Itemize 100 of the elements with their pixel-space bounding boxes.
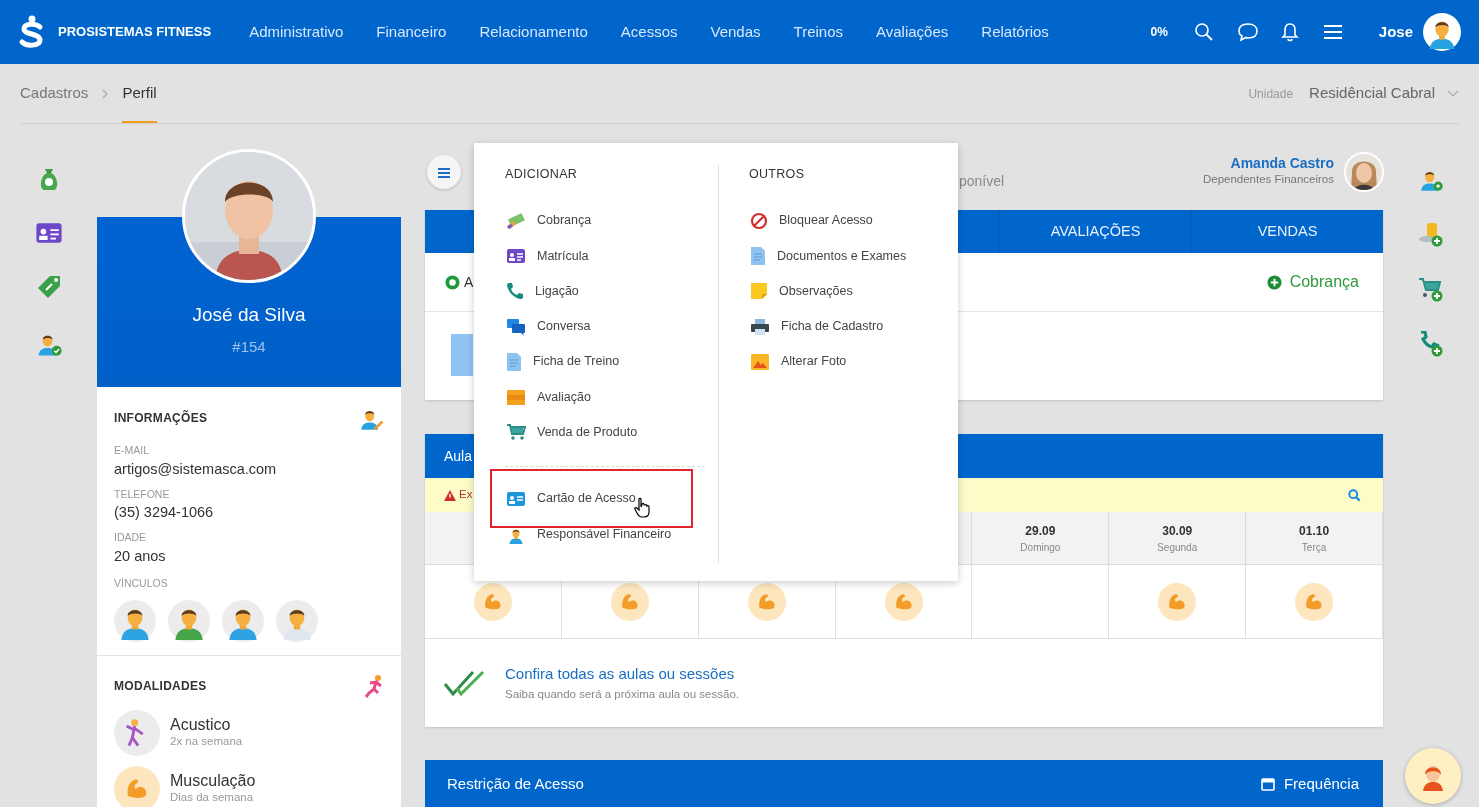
brand-name: PROSISTEMAS FITNESS [58,23,212,42]
actions-menu-button[interactable] [427,155,461,189]
plan-status: A [464,272,474,292]
menu-item[interactable]: Bloquear Acesso [749,203,931,239]
classes-note: Saiba quando será a próxima aula ou sessão. [505,687,739,703]
breadcrumb-current: Perfil [122,66,157,123]
section-title: MODALIDADES [114,678,207,695]
search-icon [1193,22,1214,42]
field-label: IDADE [114,530,148,545]
all-classes-link[interactable]: Confira todas as aulas ou sessões [505,665,735,683]
dependent-name[interactable]: Amanda Castro [1202,155,1334,172]
modality-name: Musculação [170,771,256,790]
menu-item[interactable]: Avaliação [505,379,718,415]
day-date: 30.09 [1162,522,1193,540]
add-call-icon [1418,331,1444,357]
linked-person-icon [276,600,318,643]
session-icon [610,582,649,621]
phone-icon [506,282,524,301]
nav-link[interactable]: Vendas [710,20,761,44]
field-label: TELEFONE [114,486,171,502]
document-icon [506,351,522,372]
menu-item[interactable]: Ligação [505,273,718,309]
menu-item[interactable]: Ficha de Treino [505,344,718,380]
menu-item[interactable]: Matrícula [505,238,718,274]
user-name: Jose [1378,21,1413,42]
modality-detail: 2x na semana [170,734,243,750]
field-value: (35) 3294-1066 [114,503,215,523]
field-value: 20 anos [114,546,167,566]
nav-link[interactable]: Relacionamento [479,20,588,44]
session-icon [884,582,923,621]
day-name: Segunda [1157,540,1198,555]
menu-item[interactable]: Ficha de Cadastro [749,308,931,345]
day-name: Domingo [1020,540,1061,555]
dancer-icon [114,710,160,756]
menu-section-title: OUTROS [749,166,806,183]
nav-link[interactable]: Acessos [620,20,678,44]
printer-icon [750,317,770,336]
linked-person-icon [222,600,264,643]
id-card-icon [506,490,526,507]
field-label: E-MAIL [114,443,150,458]
menu-item[interactable]: Observações [749,273,931,309]
muscle-icon [114,766,160,807]
progress-value: 0% [1150,24,1168,41]
bell-icon [1280,22,1299,42]
avatar-icon [1423,13,1461,51]
tab[interactable]: AVALIAÇÕES [999,210,1191,253]
menu-item[interactable]: Cobrança [505,203,718,239]
day-date: 01.10 [1299,522,1330,540]
unit-select[interactable]: Residêncial Cabral [1309,82,1435,105]
session-icon [747,582,786,621]
add-cart-icon [1418,276,1444,302]
section-title: INFORMAÇÕES [114,409,208,427]
note-icon [750,282,768,301]
linked-person-icon [168,600,210,643]
field-label: VÍNCULOS [114,575,169,591]
menu-item[interactable]: Venda de Produto [505,414,718,451]
breadcrumb-link[interactable]: Cadastros [20,82,89,105]
session-icon [1158,582,1197,621]
menu-item[interactable]: Alterar Foto [749,344,931,380]
chat-icon [506,317,526,336]
plus-circle-icon [1266,274,1282,290]
day-date: 29.09 [1025,522,1056,540]
nav-link[interactable]: Avaliações [876,20,949,44]
id-card-icon [34,221,63,245]
cursor-icon [633,497,651,520]
session-icon [1295,582,1334,621]
tab[interactable]: VENDAS [1191,210,1383,253]
session-cell[interactable] [835,565,973,639]
session-cell[interactable] [1109,565,1247,639]
add-charge-link[interactable]: Cobrança [1266,270,1359,294]
session-cell[interactable] [1246,565,1383,639]
menu-item[interactable]: Conversa [505,308,718,345]
modality-detail: Dias da semana [170,790,255,806]
runner-icon [364,674,384,698]
dependent-role: Dependentes Financeiros [1202,172,1334,188]
status-ring-icon [445,274,460,290]
linked-person-icon [114,600,156,643]
menu-item[interactable]: Documentos e Exames [749,238,931,274]
session-cell[interactable] [972,565,1110,639]
member-id: #154 [231,336,267,357]
warning-icon [444,489,456,501]
help-button[interactable] [1405,748,1461,804]
frequency-link[interactable]: Frequência [1260,772,1359,796]
chevron-icon [101,88,110,99]
session-icon [473,582,512,621]
nav-link[interactable]: Treinos [793,20,843,44]
nav-link[interactable]: Administrativo [249,20,344,44]
status-text: ponível [959,171,1005,191]
nav-link[interactable]: Financeiro [376,20,447,44]
nav-link[interactable]: Relatórios [981,20,1049,44]
card-title: Aula [444,446,473,466]
warning-text: Ex [459,487,473,503]
menu-icon [1322,24,1343,40]
search-icon [1348,488,1361,502]
money-icon [506,211,526,230]
image-icon [750,352,770,371]
card-title: Restrição de Acesso [447,773,584,794]
menu-section-title: ADICIONAR [505,166,579,183]
menu-icon [437,166,451,179]
chat-icon [1236,22,1259,42]
